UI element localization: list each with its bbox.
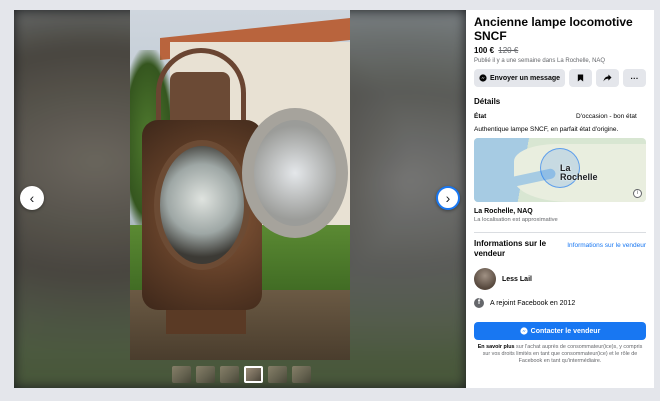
listing-details-panel: Ancienne lampe locomotive SNCF 100 € 120… — [466, 10, 654, 388]
facebook-icon: f — [474, 298, 484, 308]
send-message-button[interactable]: Envoyer un message — [474, 69, 565, 87]
seller-profile[interactable]: Less Lail — [474, 268, 646, 290]
info-icon[interactable]: i — [633, 189, 642, 198]
seller-name[interactable]: Less Lail — [502, 276, 532, 283]
share-icon — [603, 74, 612, 82]
bookmark-icon — [577, 74, 584, 82]
thumbnail[interactable] — [172, 366, 191, 383]
location-note: La localisation est approximative — [474, 217, 558, 223]
price: 100 € — [474, 46, 495, 55]
learn-more-link[interactable]: En savoir plus — [478, 344, 515, 350]
price-row: 100 € 120 € — [474, 46, 646, 55]
contact-seller-label: Contacter le vendeur — [530, 327, 601, 335]
condition-label: État — [474, 113, 487, 120]
marketplace-listing-modal: ‹ › Ancienne lampe locomotive SNCF 100 €… — [14, 10, 654, 388]
details-heading: Détails — [474, 97, 501, 106]
old-price: 120 € — [498, 46, 519, 55]
divider — [474, 232, 646, 233]
joined-row: f A rejoint Facebook en 2012 — [474, 298, 646, 308]
consumer-rights-notice: En savoir plus sur l'achat auprès de con… — [477, 344, 643, 364]
page-bottom-bar — [0, 392, 660, 401]
thumbnail-strip — [172, 366, 311, 383]
more-options-button[interactable]: ··· — [623, 69, 646, 87]
location-map[interactable]: La Rochelle i — [474, 138, 646, 202]
send-message-label: Envoyer un message — [489, 74, 561, 82]
seller-heading: Informations sur le vendeur — [474, 239, 547, 258]
listing-photo — [130, 10, 350, 360]
next-photo-button[interactable]: › — [436, 186, 460, 210]
condition-value: D'occasion - bon état — [576, 113, 637, 120]
contact-seller-button[interactable]: Contacter le vendeur — [474, 322, 646, 340]
action-bar: Envoyer un message ··· — [474, 69, 646, 87]
share-button[interactable] — [596, 69, 619, 87]
more-icon: ··· — [630, 73, 639, 83]
save-button[interactable] — [569, 69, 592, 87]
avatar[interactable] — [474, 268, 496, 290]
location-name: La Rochelle, NAQ — [474, 208, 533, 215]
listing-title: Ancienne lampe locomotive SNCF — [474, 15, 633, 43]
posted-info: Publié il y a une semaine dans La Rochel… — [474, 58, 606, 64]
thumbnail[interactable] — [196, 366, 215, 383]
photo-viewer: ‹ › — [14, 10, 466, 388]
map-city-label: La Rochelle — [560, 163, 598, 182]
messenger-icon — [520, 327, 528, 335]
chevron-right-icon: › — [445, 190, 451, 206]
thumbnail-active[interactable] — [244, 366, 263, 383]
previous-photo-button[interactable]: ‹ — [20, 186, 44, 210]
chevron-left-icon: ‹ — [29, 190, 35, 206]
thumbnail[interactable] — [292, 366, 311, 383]
condition-row: État D'occasion - bon état — [474, 113, 646, 120]
thumbnail[interactable] — [220, 366, 239, 383]
joined-text: A rejoint Facebook en 2012 — [490, 299, 576, 307]
listing-description: Authentique lampe SNCF, en parfait état … — [474, 126, 619, 133]
seller-header: Informations sur le vendeur Informations… — [474, 239, 646, 259]
messenger-icon — [479, 74, 487, 82]
thumbnail[interactable] — [268, 366, 287, 383]
seller-details-link[interactable]: Informations sur le vendeur — [567, 242, 646, 249]
